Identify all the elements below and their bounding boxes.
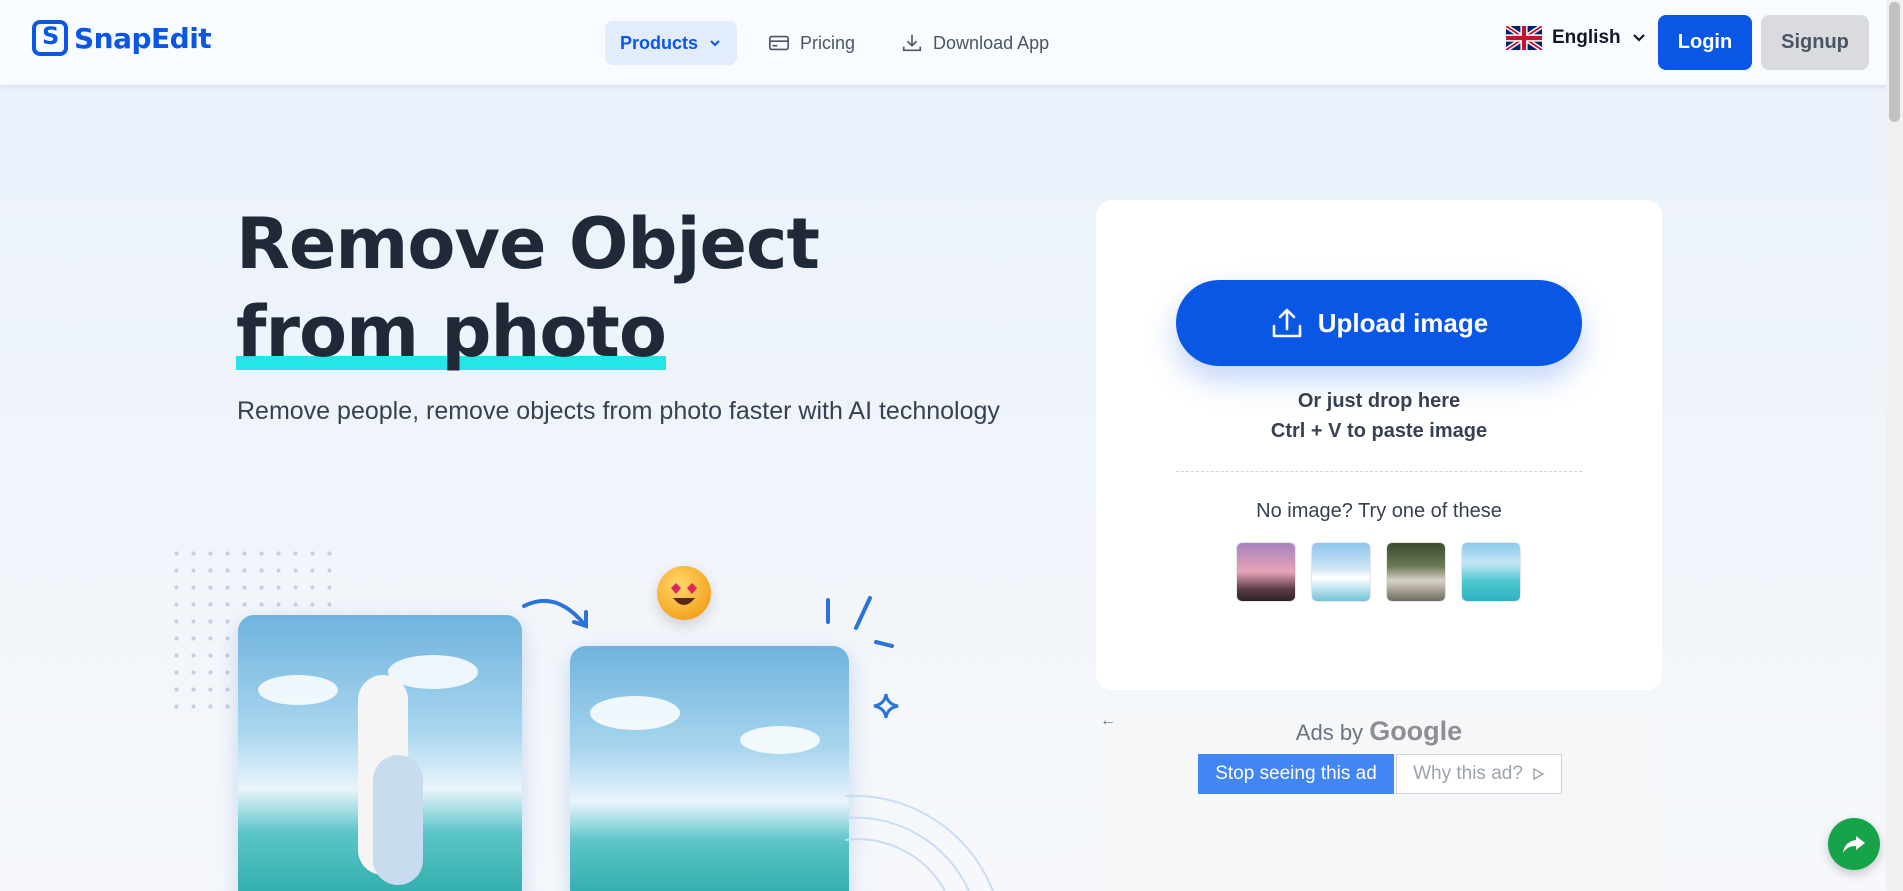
sample-image-balloons[interactable] [1236,542,1296,602]
signup-button[interactable]: Signup [1761,15,1869,70]
sample-images [1236,542,1521,602]
language-selector[interactable]: English [1506,26,1647,50]
chevron-down-icon [710,40,720,47]
main-nav: Products Pricing Download App [605,21,1064,65]
hero-title-line2: from photo [236,288,667,376]
sample-image-park[interactable] [1386,542,1446,602]
nav-download-app[interactable]: Download App [886,21,1064,65]
logo-icon [32,20,68,56]
upload-icon [1272,308,1302,338]
drop-hint: Or just drop here [1297,390,1461,412]
hero-title-line1: Remove Object [236,203,820,285]
sample-prompt: No image? Try one of these [1256,500,1502,522]
language-label: English [1552,27,1621,48]
credit-card-icon [769,35,790,51]
arrow-icon [522,598,588,629]
circle-decoration [845,794,994,891]
nav-pricing[interactable]: Pricing [753,21,870,65]
nav-download-label: Download App [933,32,1050,53]
stop-seeing-ad-button[interactable]: Stop seeing this ad [1198,754,1394,794]
nav-products-label: Products [620,32,699,53]
login-button[interactable]: Login [1658,15,1752,70]
sample-image-beach[interactable] [1311,542,1371,602]
nav-products[interactable]: Products [605,21,738,65]
upload-button-label: Upload image [1317,307,1489,338]
paste-hint: Ctrl + V to paste image [1270,420,1488,442]
nav-pricing-label: Pricing [800,32,856,53]
google-label: Google [1369,716,1463,746]
ads-by-label: Ads by [1295,720,1364,745]
why-this-ad-button[interactable]: Why this ad? [1396,754,1562,794]
upload-card: Upload image Or just drop here Ctrl + V … [1096,200,1662,690]
why-this-ad-label: Why this ad? [1413,763,1523,784]
uk-flag-icon [1506,26,1542,50]
scrollbar-thumb[interactable] [1889,2,1900,122]
ad-container: ← Ads by Google Stop seeing this ad Why … [1096,710,1662,891]
info-play-icon [1533,767,1545,781]
hero-subtitle: Remove people, remove objects from photo… [237,397,1000,425]
after-photo [570,646,849,891]
share-button[interactable] [1828,818,1880,870]
ads-by-google: Ads by Google [1096,716,1662,747]
chevron-down-icon [1632,34,1645,42]
share-icon [1843,836,1865,853]
upload-image-button[interactable]: Upload image [1176,280,1582,366]
page-scrollbar[interactable] [1886,0,1903,891]
hero-title: Remove Object from photo [236,200,820,376]
sample-image-sea[interactable] [1461,542,1521,602]
logo-text: SnapEdit [74,21,212,55]
heart-eyes-emoji-icon [657,566,711,620]
logo[interactable]: SnapEdit [32,18,212,58]
before-photo [238,615,522,891]
divider [1176,471,1582,472]
site-header: SnapEdit Products Pricing Download App E… [0,0,1903,85]
download-icon [902,34,922,52]
